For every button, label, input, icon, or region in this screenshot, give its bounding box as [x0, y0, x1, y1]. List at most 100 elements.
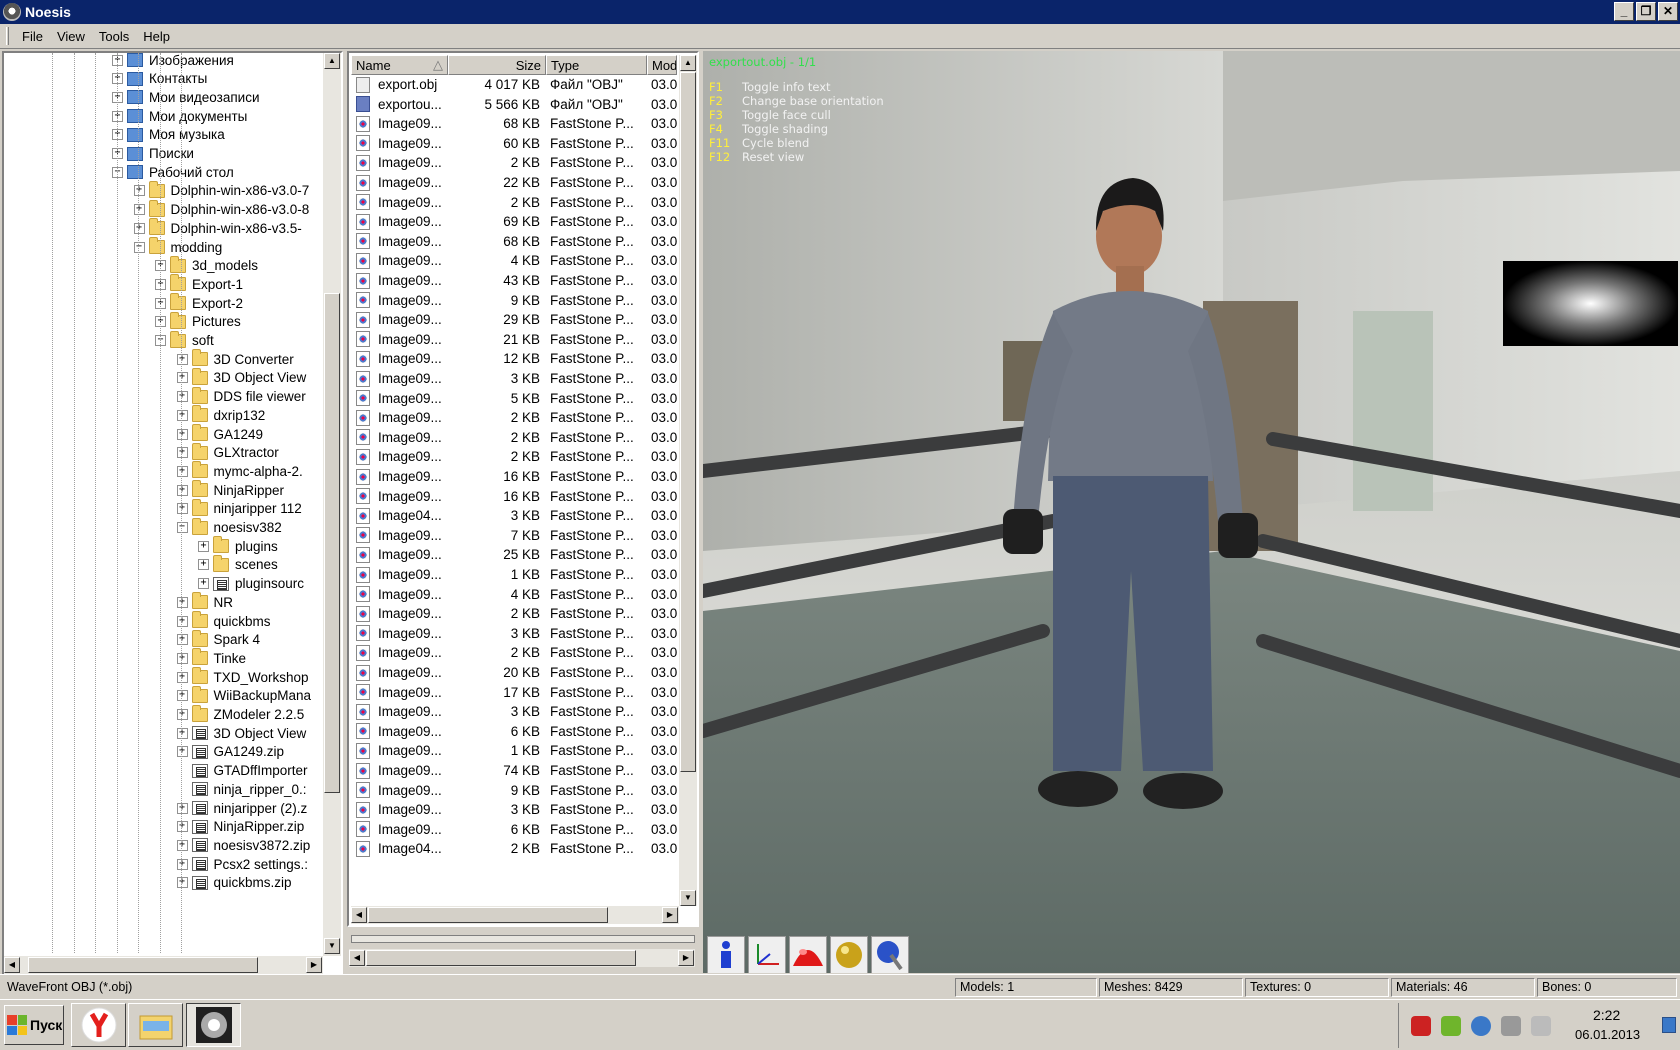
- tree-item[interactable]: + pluginsourc: [198, 574, 304, 594]
- clock-date[interactable]: 06.01.2013: [1575, 1027, 1640, 1042]
- file-row[interactable]: Image09... 2 KB FastStone P... 03.0: [351, 446, 677, 467]
- file-row[interactable]: Image09... 22 KB FastStone P... 03.0: [351, 172, 677, 193]
- expand-icon[interactable]: +: [176, 353, 188, 365]
- file-row[interactable]: Image09... 25 KB FastStone P... 03.0: [351, 544, 677, 565]
- expand-icon[interactable]: +: [176, 503, 188, 515]
- expand-icon[interactable]: +: [176, 596, 188, 608]
- file-list-vertical-scrollbar[interactable]: ▲ ▼: [679, 55, 697, 906]
- gold-sphere-icon[interactable]: [830, 936, 868, 973]
- expand-icon[interactable]: +: [176, 709, 188, 720]
- tree-item[interactable]: − modding: [133, 237, 222, 257]
- axes-icon[interactable]: [748, 936, 786, 973]
- tree-item[interactable]: + quickbms.zip: [176, 873, 292, 893]
- tree-vertical-scrollbar[interactable]: ▲ ▼: [323, 53, 341, 956]
- tree-item[interactable]: + mymc-alpha-2.: [176, 461, 303, 481]
- file-row[interactable]: Image09... 6 KB FastStone P... 03.0: [351, 819, 677, 840]
- file-row[interactable]: Image09... 43 KB FastStone P... 03.0: [351, 270, 677, 291]
- scroll-up-arrow-icon[interactable]: ▲: [324, 53, 340, 69]
- file-row[interactable]: Image09... 6 KB FastStone P... 03.0: [351, 721, 677, 742]
- file-row[interactable]: Image09... 21 KB FastStone P... 03.0: [351, 329, 677, 350]
- scroll-right-arrow-icon[interactable]: ▶: [662, 907, 678, 923]
- tree-scroll-thumb[interactable]: [324, 293, 340, 793]
- tree-item[interactable]: + Export-2: [155, 293, 243, 313]
- file-row[interactable]: Image09... 3 KB FastStone P... 03.0: [351, 701, 677, 722]
- scroll-down-arrow-icon[interactable]: ▼: [324, 938, 340, 954]
- file-hscroll-thumb[interactable]: [368, 907, 608, 923]
- file-row[interactable]: Image09... 7 KB FastStone P... 03.0: [351, 525, 677, 546]
- tree-item[interactable]: ninja_ripper_0.:: [177, 779, 307, 799]
- expand-icon[interactable]: +: [176, 802, 188, 814]
- tree-item[interactable]: +3D Converter: [176, 349, 294, 369]
- expand-icon[interactable]: +: [176, 746, 188, 758]
- expand-icon[interactable]: +: [133, 185, 145, 197]
- tree-item[interactable]: + scenes: [198, 554, 278, 575]
- tree-item[interactable]: + Моя музыка: [112, 125, 225, 145]
- tree-item[interactable]: + WiiBackupMana: [176, 685, 311, 706]
- tree-item[interactable]: + Мои видеозаписи: [112, 87, 260, 107]
- expand-icon[interactable]: +: [176, 671, 188, 683]
- expand-icon[interactable]: +: [133, 222, 145, 234]
- tree-item[interactable]: + Pictures: [155, 311, 241, 332]
- model-viewport[interactable]: exportout.obj - 1/1 F1 Toggle info text F2…: [703, 51, 1680, 973]
- tree-item[interactable]: + Изображения: [112, 53, 234, 70]
- tree-item[interactable]: + ninjaripper 112: [176, 498, 302, 519]
- minimize-button[interactable]: _: [1614, 2, 1634, 21]
- scroll-right-arrow-icon[interactable]: ▶: [678, 950, 694, 966]
- tree-item[interactable]: +3d_models: [155, 255, 258, 276]
- tree-item[interactable]: − noesisv382: [176, 517, 282, 538]
- red-dome-icon[interactable]: [789, 936, 827, 973]
- network-icon[interactable]: [1501, 1016, 1521, 1036]
- tree-item[interactable]: + NR: [176, 592, 233, 612]
- file-row[interactable]: Image04... 3 KB FastStone P... 03.0: [351, 505, 677, 526]
- volume-icon[interactable]: [1531, 1016, 1551, 1036]
- expand-icon[interactable]: +: [198, 578, 209, 590]
- expand-icon[interactable]: +: [176, 858, 188, 870]
- expand-icon[interactable]: +: [176, 465, 188, 477]
- info-icon[interactable]: [707, 936, 745, 973]
- file-scroll-thumb[interactable]: [680, 72, 696, 772]
- tree-item[interactable]: + GLXtractor: [176, 442, 279, 463]
- expand-icon[interactable]: +: [176, 821, 188, 833]
- menu-help[interactable]: Help: [136, 26, 177, 47]
- file-list-horizontal-scrollbar[interactable]: ◀ ▶: [351, 906, 679, 924]
- file-row[interactable]: Image09... 68 KB FastStone P... 03.0: [351, 113, 677, 134]
- taskbar-yandex-browser[interactable]: [71, 1003, 126, 1047]
- file-row[interactable]: Image09... 9 KB FastStone P... 03.0: [351, 290, 677, 311]
- scroll-right-arrow-icon[interactable]: ▶: [306, 957, 322, 973]
- expand-icon[interactable]: +: [176, 839, 188, 851]
- tree-item[interactable]: + Spark 4: [176, 629, 260, 650]
- file-row[interactable]: Image09... 3 KB FastStone P... 03.0: [351, 799, 677, 820]
- file-row[interactable]: Image09... 2 KB FastStone P... 03.0: [351, 192, 677, 213]
- tree-item[interactable]: + NinjaRipper: [176, 480, 284, 500]
- tree-item[interactable]: + TXD_Workshop: [176, 667, 309, 687]
- expand-icon[interactable]: +: [176, 727, 188, 739]
- file-row[interactable]: Image09... 2 KB FastStone P... 03.0: [351, 603, 677, 624]
- expand-icon[interactable]: +: [198, 559, 209, 571]
- blue-sphere-brush-icon[interactable]: [871, 936, 909, 973]
- file-row[interactable]: Image09... 12 KB FastStone P... 03.0: [351, 348, 677, 369]
- tree-item[interactable]: + Мои документы: [112, 106, 247, 126]
- tree-hscroll-thumb[interactable]: [28, 957, 258, 973]
- file-row[interactable]: exportou... 5 566 KB Файл "OBJ" 03.0: [351, 94, 677, 115]
- tree-item[interactable]: − Рабочий стол: [112, 162, 234, 182]
- preview-strip-track[interactable]: [351, 935, 695, 943]
- tree-item[interactable]: + Pcsx2 settings.:: [176, 854, 308, 874]
- tree-item[interactable]: + Tinke: [176, 648, 246, 668]
- maximize-button[interactable]: ❐: [1636, 2, 1656, 21]
- expand-icon[interactable]: +: [176, 409, 188, 421]
- tree-item[interactable]: + DDS file viewer: [176, 386, 306, 407]
- file-row[interactable]: Image09... 68 KB FastStone P... 03.0: [351, 231, 677, 252]
- tree-item[interactable]: + quickbms: [176, 611, 271, 631]
- scroll-left-arrow-icon[interactable]: ◀: [351, 907, 367, 923]
- close-button[interactable]: ✕: [1658, 2, 1678, 21]
- tree-horizontal-scrollbar[interactable]: ◀ ▶: [4, 956, 323, 974]
- file-row[interactable]: Image09... 74 KB FastStone P... 03.0: [351, 760, 677, 781]
- expand-icon[interactable]: +: [176, 372, 188, 384]
- tree-item[interactable]: + noesisv3872.zip: [176, 835, 310, 855]
- tree-item[interactable]: GTADffImporter: [177, 761, 308, 781]
- file-row[interactable]: Image09... 17 KB FastStone P... 03.0: [351, 682, 677, 703]
- file-row[interactable]: Image09... 2 KB FastStone P... 03.0: [351, 407, 677, 428]
- scroll-up-arrow-icon[interactable]: ▲: [680, 55, 696, 71]
- tree-item[interactable]: − soft: [155, 330, 214, 351]
- file-row[interactable]: Image09... 29 KB FastStone P... 03.0: [351, 309, 677, 330]
